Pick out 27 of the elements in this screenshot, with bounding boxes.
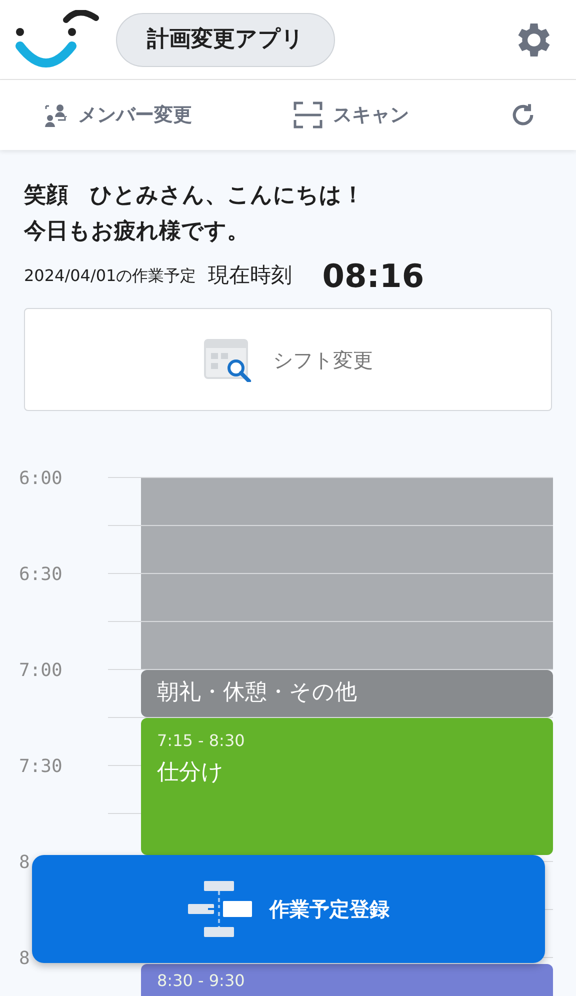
time-label: 7:00 xyxy=(19,659,62,683)
toolbar-button[interactable]: スキャン xyxy=(293,100,409,130)
event-title: 朝礼・休憩・その他 xyxy=(157,679,358,707)
schedule-event[interactable]: 朝礼・休憩・その他 xyxy=(141,670,553,717)
event-title: 仕分け xyxy=(157,759,225,787)
app-title: 計画変更アプリ xyxy=(116,12,335,66)
time-label: 8 xyxy=(19,851,30,875)
greeting-text: 今日もお疲れ様です。 xyxy=(24,218,250,246)
greeting-text: 笑顔 ひとみさん、こんにちは！ xyxy=(24,182,365,210)
register-schedule-button[interactable]: 作業予定登録 xyxy=(32,855,545,963)
schedule-event[interactable]: 8:30 - 9:30 xyxy=(141,964,553,996)
time-label: 7:30 xyxy=(19,755,62,779)
time-label: 8 xyxy=(19,947,30,971)
flowchart-icon xyxy=(188,881,252,937)
time-label: 6:00 xyxy=(19,467,62,491)
toolbar-button[interactable]: メンバー変更 xyxy=(44,100,192,130)
date-label: 2024/04/01の作業予定 xyxy=(24,265,196,287)
event-time: 8:30 - 9:30 xyxy=(157,970,246,992)
member-icon xyxy=(44,103,68,127)
time-label: 6:30 xyxy=(19,563,62,587)
shift-change-button[interactable]: シフト変更 xyxy=(24,308,552,411)
current-time: 08:16 xyxy=(322,256,424,297)
scan-icon xyxy=(293,101,323,129)
current-time-label: 現在時刻 xyxy=(208,262,292,290)
event-time: 7:15 - 8:30 xyxy=(157,730,246,752)
schedule-event[interactable]: 7:15 - 8:30 仕分け xyxy=(141,718,553,855)
calendar-search-icon xyxy=(203,338,253,382)
